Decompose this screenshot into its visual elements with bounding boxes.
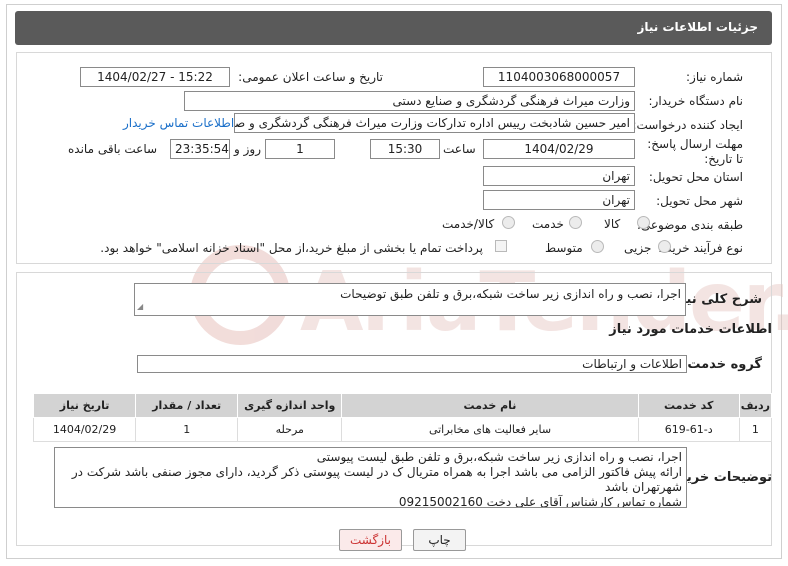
print-button[interactable]: چاپ (413, 529, 466, 551)
process-option-minor: جزیی (624, 241, 652, 255)
deadline-time-field: 15:30 (370, 139, 440, 159)
service-group-field: اطلاعات و ارتباطات (137, 355, 687, 373)
process-label: نوع فرآیند خرید : (658, 241, 743, 255)
col-qty: تعداد / مقدار (135, 393, 239, 418)
back-button[interactable]: بازگشت (339, 529, 402, 551)
payment-note: پرداخت تمام یا بخشی از مبلغ خرید،از محل … (100, 241, 483, 255)
col-name: نام خدمت (341, 393, 639, 418)
cell-qty: 1 (135, 417, 239, 442)
category-radio-service[interactable] (569, 216, 582, 229)
deadline-date-field: 1404/02/29 (483, 139, 635, 159)
category-option-service: خدمت (532, 217, 564, 231)
category-option-goods: کالا (604, 217, 621, 231)
payment-checkbox[interactable] (495, 240, 507, 252)
buyer-notes-field: اجرا، نصب و راه اندازی زیر ساخت شبکه،برق… (54, 447, 687, 508)
summary-field: اجرا، نصب و راه اندازی زیر ساخت شبکه،برق… (134, 283, 686, 316)
days-field: 1 (265, 139, 335, 159)
cell-date: 1404/02/29 (32, 417, 137, 442)
col-date: تاریخ نیاز (32, 393, 137, 418)
col-row: ردیف (738, 393, 773, 418)
header-bar: جزئیات اطلاعات نیاز (15, 11, 772, 45)
services-table: ردیف کد خدمت نام خدمت واحد اندازه گیری ت… (32, 393, 773, 442)
remaining-time-field: 23:35:54 (170, 139, 230, 159)
deadline-time-label: ساعت (443, 142, 476, 156)
days-label: روز و (234, 142, 261, 156)
service-group-label: گروه خدمت: (682, 357, 762, 372)
table-row: 1 د-61-619 سایر فعالیت های مخابراتی مرحل… (32, 417, 773, 442)
process-radio-medium[interactable] (591, 240, 604, 253)
buyer-notes-line: ارائه پیش فاکتور الزامی می باشد اجرا به … (71, 465, 682, 494)
creator-field: امیر حسین شادبخت رییس اداره تدارکات وزار… (234, 113, 635, 133)
resize-handle-icon: ◢ (137, 302, 144, 311)
buyer-org-label: نام دستگاه خریدار: (648, 94, 744, 108)
summary-text: اجرا، نصب و راه اندازی زیر ساخت شبکه،برق… (340, 287, 681, 301)
category-radio-goods[interactable] (637, 216, 650, 229)
process-option-medium: متوسط (545, 241, 583, 255)
col-code: کد خدمت (637, 393, 740, 418)
province-label: استان محل تحویل: (648, 170, 743, 184)
cell-name: سایر فعالیت های مخابراتی (341, 417, 639, 442)
creator-label: ایجاد کننده درخواست: (632, 118, 743, 132)
process-radio-minor[interactable] (658, 240, 671, 253)
province-field: تهران (483, 166, 635, 186)
city-field: تهران (483, 190, 635, 210)
contact-info-link[interactable]: اطلاعات تماس خریدار (123, 116, 234, 130)
cell-row: 1 (738, 417, 773, 442)
col-unit: واحد اندازه گیری (237, 393, 343, 418)
cell-code: د-61-619 (637, 417, 740, 442)
announce-label: تاریخ و ساعت اعلان عمومی: (238, 70, 383, 84)
deadline-label: مهلت ارسال پاسخ: تا تاریخ: (647, 137, 743, 166)
city-label: شهر محل تحویل: (656, 194, 743, 208)
cell-unit: مرحله (237, 417, 343, 442)
buyer-org-field: وزارت میراث فرهنگی گردشگری و صنایع دستی (184, 91, 635, 111)
services-section-title: اطلاعات خدمات مورد نیاز (609, 322, 772, 337)
category-option-goods-service: کالا/خدمت (442, 217, 495, 231)
category-radio-goods-service[interactable] (502, 216, 515, 229)
page-title: جزئیات اطلاعات نیاز (637, 20, 758, 34)
category-label: طبقه بندی موضوعی: (636, 218, 743, 232)
buyer-notes-line: شماره تماس کارشناس آقای علی دخت 09215002… (398, 495, 682, 508)
need-number-label: شماره نیاز: (686, 70, 743, 84)
announce-field: 1404/02/27 - 15:22 (80, 67, 230, 87)
table-header-row: ردیف کد خدمت نام خدمت واحد اندازه گیری ت… (32, 393, 773, 418)
remaining-time-label: ساعت باقی مانده (68, 142, 158, 156)
need-number-field: 1104003068000057 (483, 67, 635, 87)
buyer-notes-line: اجرا، نصب و راه اندازی زیر ساخت شبکه،برق… (316, 450, 682, 464)
